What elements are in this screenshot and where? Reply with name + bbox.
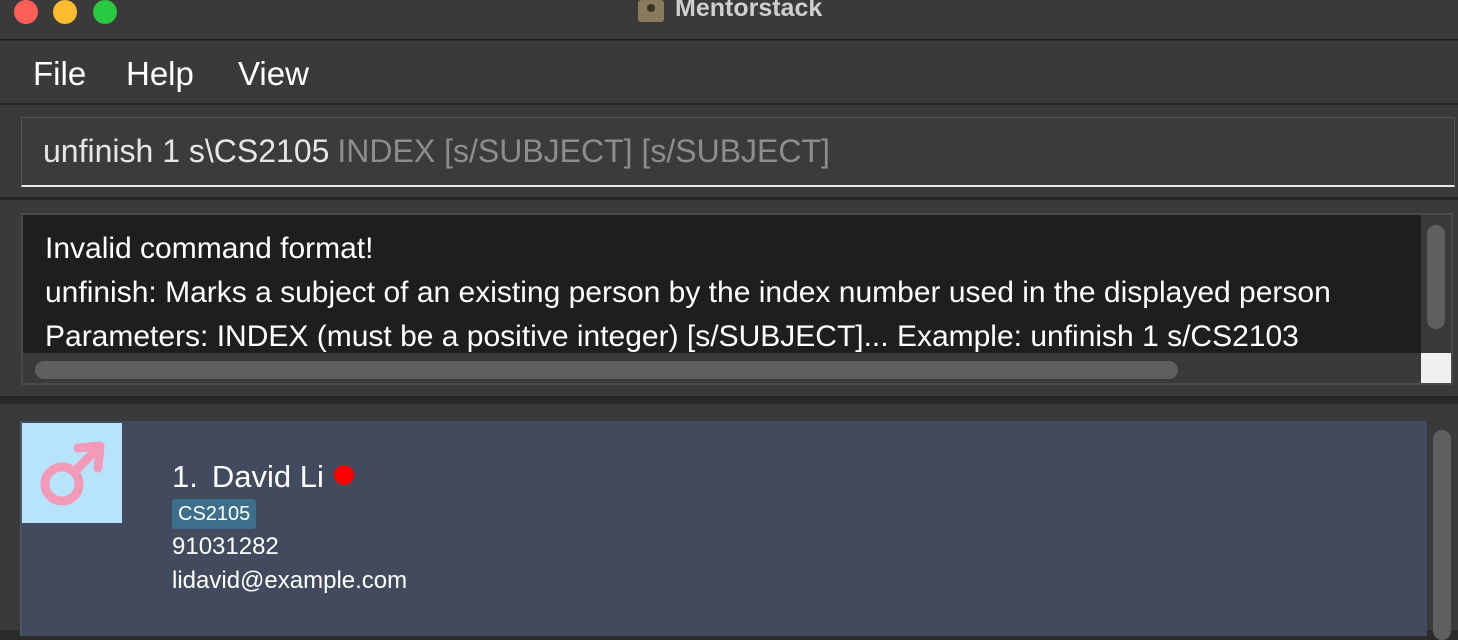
- result-pane: Invalid command format! unfinish: Marks a…: [0, 200, 1458, 400]
- menu-bar: File Help View: [0, 41, 1458, 105]
- person-list-pane: 1. David Li CS2105 91031282 lidavid@examp…: [0, 404, 1458, 640]
- scrollbar-corner: [1421, 353, 1451, 383]
- person-phone: 91031282: [172, 533, 279, 560]
- subject-tag: CS2105: [172, 499, 257, 529]
- status-dot: [333, 465, 354, 485]
- person-name: David Li: [211, 459, 324, 494]
- result-line: Invalid command format!: [45, 232, 374, 265]
- menu-view[interactable]: View: [238, 55, 309, 93]
- command-hint: INDEX [s/SUBJECT] [s/SUBJECT]: [337, 133, 830, 169]
- window-title: Mentorstack: [675, 0, 823, 22]
- vertical-scrollbar-thumb[interactable]: [1427, 225, 1445, 329]
- person-email: lidavid@example.com: [172, 567, 408, 594]
- result-line: unfinish: Marks a subject of an existing…: [45, 276, 1331, 309]
- male-symbol-icon: [40, 441, 105, 506]
- horizontal-scrollbar-thumb[interactable]: [35, 361, 1178, 379]
- menu-help[interactable]: Help: [126, 55, 194, 93]
- result-display[interactable]: Invalid command format! unfinish: Marks a…: [21, 213, 1453, 385]
- menu-file[interactable]: File: [33, 55, 86, 93]
- minimize-window-button[interactable]: [53, 0, 77, 24]
- window-titlebar: Mentorstack: [0, 0, 1458, 40]
- command-pane: unfinish 1 s\CS2105 INDEX [s/SUBJECT] [s/…: [0, 105, 1458, 200]
- person-index: 1.: [172, 459, 198, 494]
- person-name-row: 1. David Li: [172, 459, 354, 495]
- result-text: Invalid command format! unfinish: Marks a…: [45, 227, 1425, 359]
- maximize-window-button[interactable]: [93, 0, 117, 24]
- avatar: [22, 423, 122, 523]
- vertical-scrollbar[interactable]: [1421, 215, 1451, 353]
- person-card[interactable]: 1. David Li CS2105 91031282 lidavid@examp…: [20, 421, 1427, 636]
- person-list-scrollbar-thumb[interactable]: [1433, 430, 1451, 640]
- app-icon: [638, 0, 664, 22]
- close-window-button[interactable]: [14, 0, 38, 24]
- command-input[interactable]: unfinish 1 s\CS2105 INDEX [s/SUBJECT] [s/…: [21, 117, 1455, 187]
- command-input-value: unfinish 1 s\CS2105: [43, 133, 330, 169]
- horizontal-scrollbar[interactable]: [23, 353, 1421, 383]
